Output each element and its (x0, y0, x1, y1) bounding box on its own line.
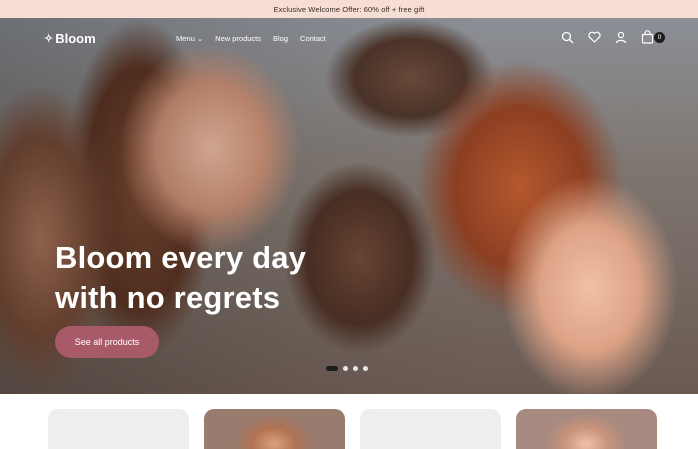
site-header: ✧ Bloom Menu ⌄ New products Blog Contact… (0, 18, 698, 60)
hero-headline: Bloom every day with no regrets (55, 238, 306, 318)
product-card[interactable] (516, 409, 657, 449)
nav-item-menu-label: Menu (176, 34, 195, 43)
heart-icon[interactable] (588, 31, 601, 43)
nav-item-contact[interactable]: Contact (300, 34, 326, 43)
cart-count-badge: 0 (654, 32, 665, 43)
cart-button[interactable]: 0 (641, 30, 665, 44)
nav-item-blog[interactable]: Blog (273, 34, 288, 43)
hero-headline-line-1: Bloom every day (55, 240, 307, 275)
nav-item-new-products[interactable]: New products (215, 34, 261, 43)
product-card[interactable] (48, 409, 189, 449)
slide-dot-2[interactable] (343, 366, 348, 371)
main-nav: Menu ⌄ New products Blog Contact (176, 34, 326, 43)
user-icon[interactable] (615, 31, 627, 44)
chevron-down-icon: ⌄ (196, 34, 204, 43)
announcement-text: Exclusive Welcome Offer: 60% off + free … (273, 4, 425, 14)
logo-text: Bloom (55, 31, 96, 46)
logo[interactable]: ✧ Bloom (44, 31, 96, 46)
product-card[interactable] (204, 409, 345, 449)
slide-dot-1[interactable] (326, 366, 338, 371)
slide-dot-3[interactable] (353, 366, 358, 371)
sparkle-icon: ✧ (44, 33, 54, 45)
slide-dot-4[interactable] (363, 366, 368, 371)
bag-icon (641, 30, 654, 44)
announcement-bar: Exclusive Welcome Offer: 60% off + free … (0, 0, 698, 18)
nav-item-menu[interactable]: Menu ⌄ (176, 34, 203, 43)
see-all-products-button[interactable]: See all products (55, 326, 159, 358)
product-cards-row (48, 409, 658, 449)
product-card[interactable] (360, 409, 501, 449)
header-icons: 0 (561, 30, 665, 44)
hero-headline-line-2: with no regrets (55, 280, 281, 315)
slider-pagination (326, 366, 368, 371)
search-icon[interactable] (561, 31, 574, 44)
